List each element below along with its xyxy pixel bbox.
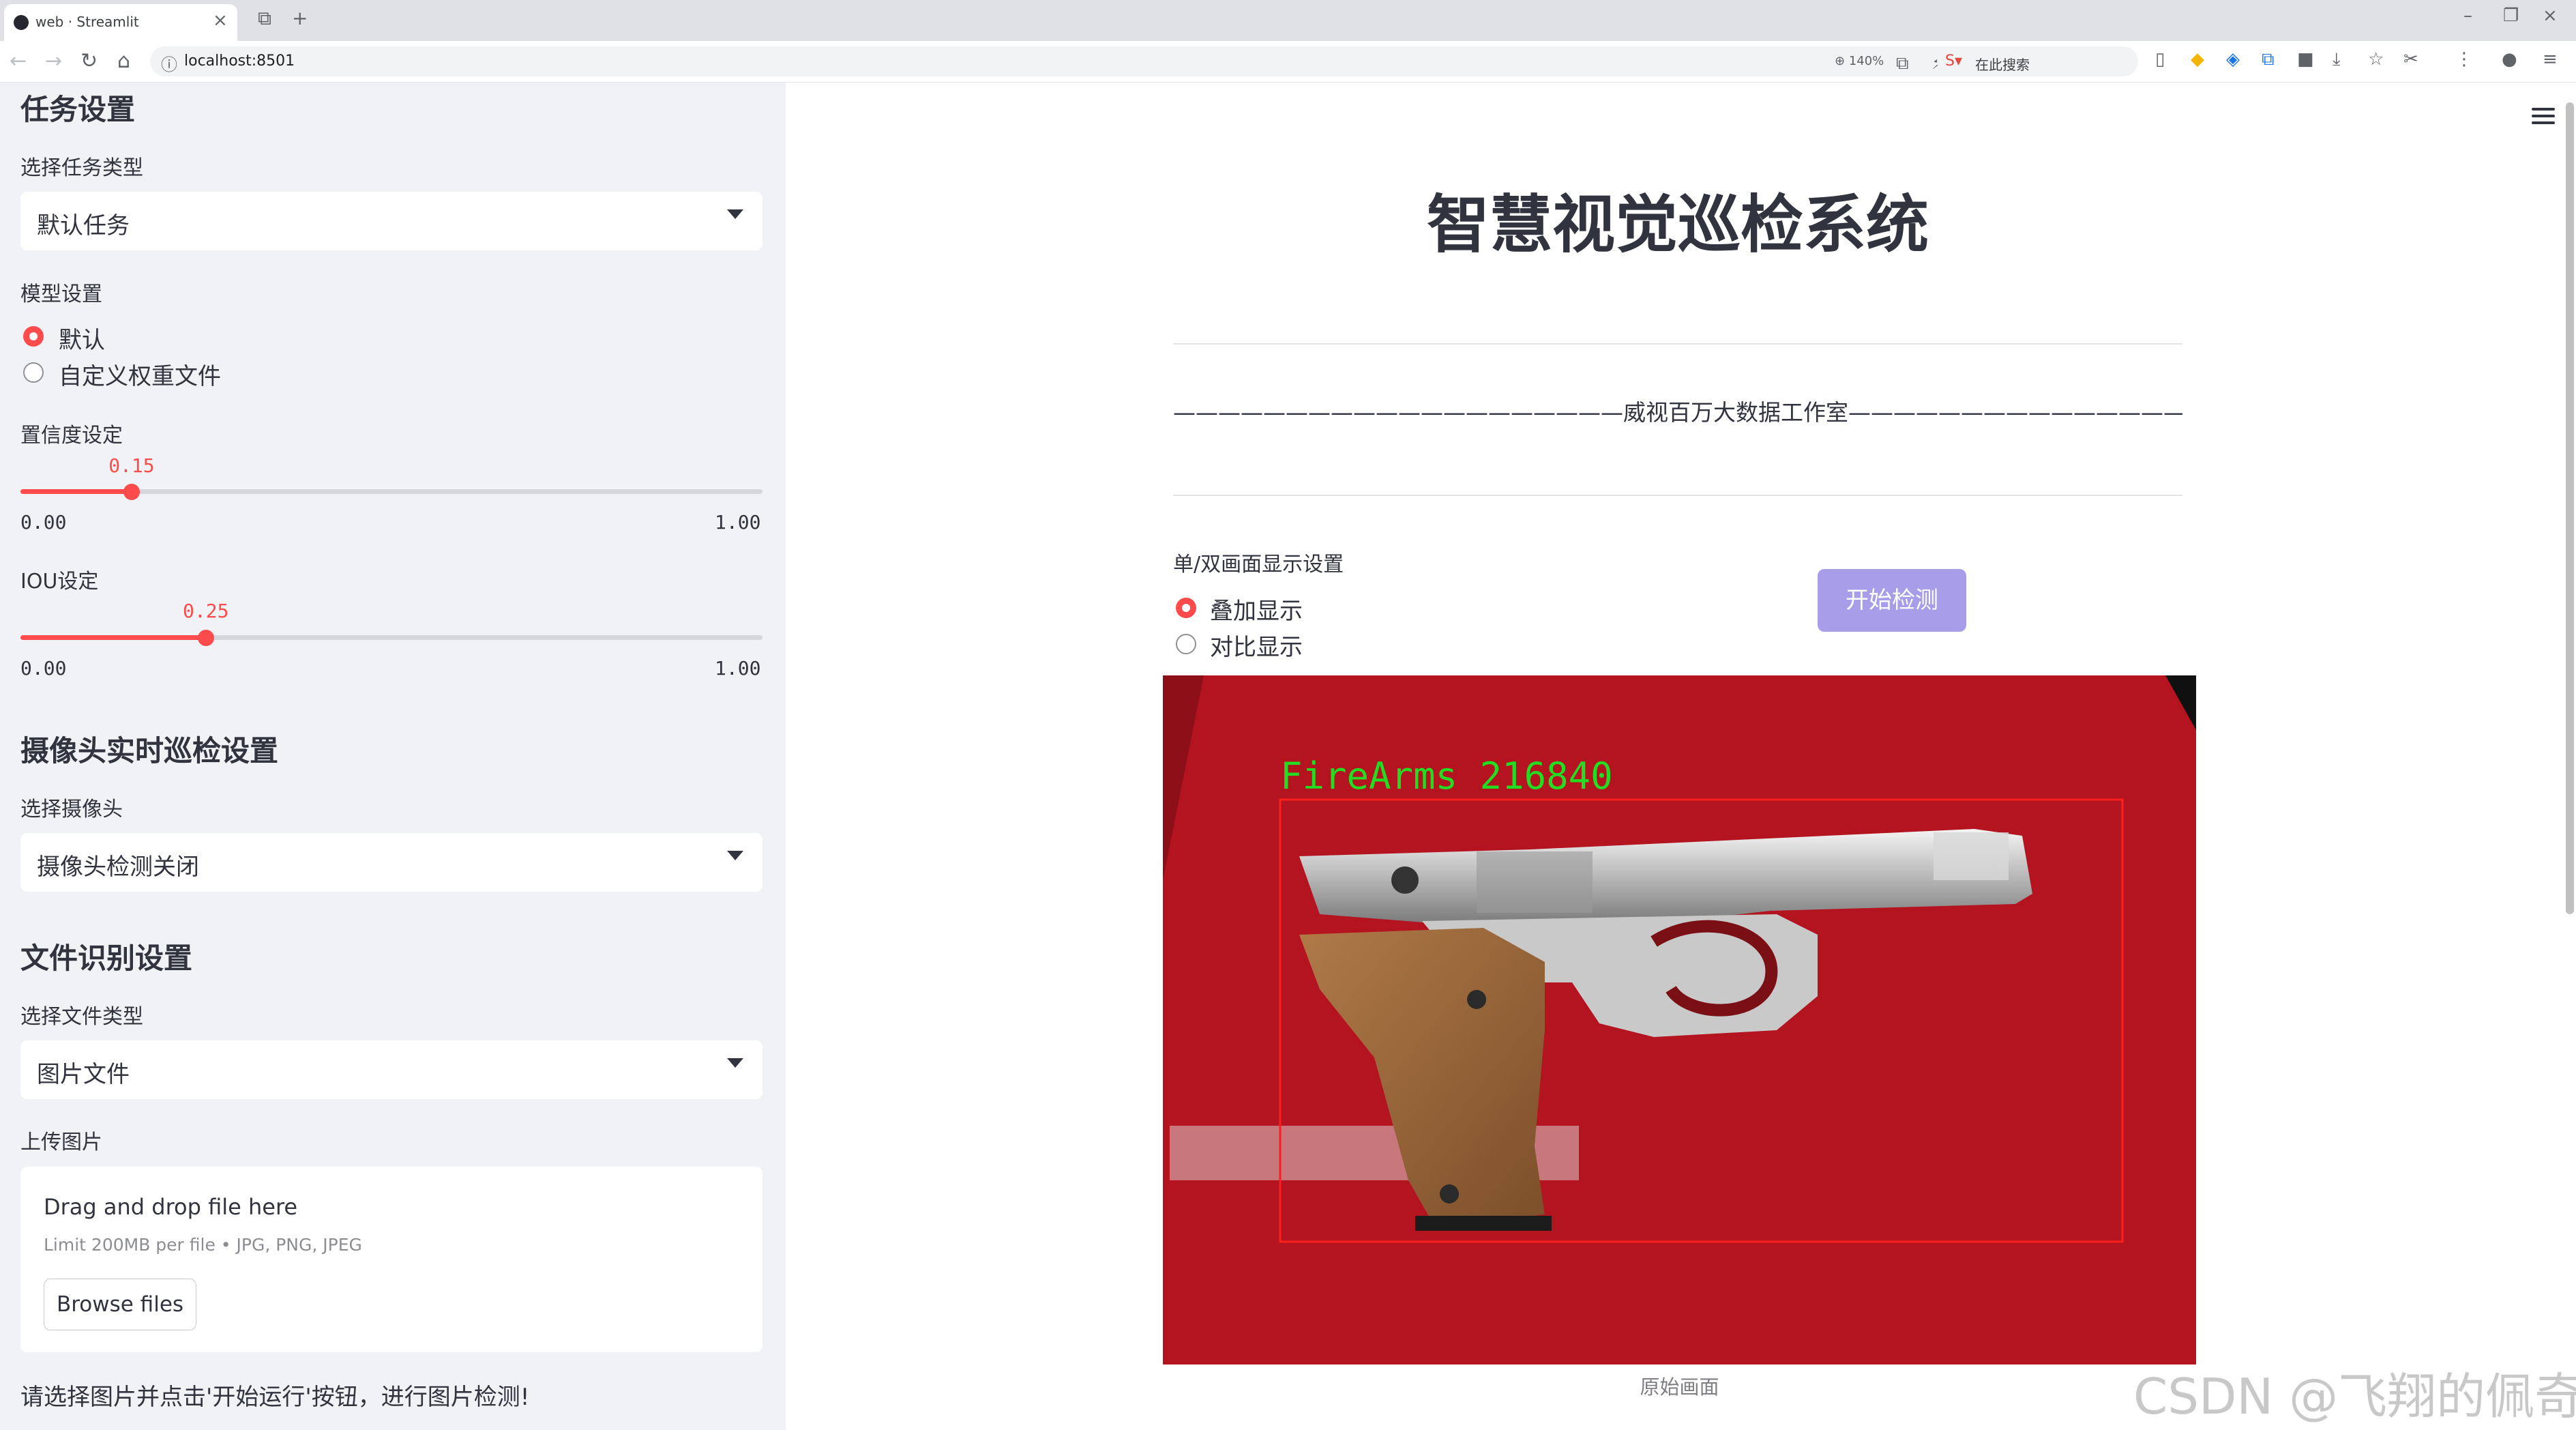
upload-label: 上传图片	[20, 1130, 102, 1154]
iou-slider-fill	[20, 635, 206, 640]
model-option-default[interactable]: 默认	[59, 321, 105, 355]
browser-tab-bar: web · Streamlit × ⧉ + – ❐ ×	[0, 0, 2576, 41]
model-radio-custom[interactable]	[23, 362, 44, 383]
display-option-compare[interactable]: 对比显示	[1210, 628, 1303, 662]
task-settings-heading: 任务设置	[20, 93, 136, 126]
close-window-icon[interactable]: ×	[2543, 5, 2558, 26]
display-radio-overlay[interactable]	[1176, 598, 1196, 618]
hamburger-line	[2532, 121, 2555, 124]
page-title: 智慧视觉巡检系统	[1426, 188, 1929, 261]
zoom-value: 140%	[1848, 54, 1884, 68]
hamburger-line	[2532, 115, 2555, 117]
avatar[interactable]: ●	[2502, 49, 2517, 70]
divider	[1173, 343, 2182, 345]
minimize-icon[interactable]: –	[2463, 5, 2472, 26]
browse-files-label: Browse files	[56, 1292, 184, 1317]
download-icon[interactable]: ⤓	[2333, 49, 2341, 70]
info-text: 请选择图片并点击'开始运行'按钮，进行图片检测!	[20, 1384, 530, 1411]
confidence-value: 0.15	[108, 454, 155, 477]
iou-min: 0.00	[20, 657, 67, 680]
reload-icon[interactable]: ↻	[80, 49, 98, 73]
studio-subtitle: ————————————————————威视百万大数据工作室——————————…	[1173, 399, 2182, 426]
detection-image: FireArms 216840	[1163, 675, 2196, 1365]
camera-select[interactable]: 摄像头检测关闭	[20, 833, 763, 892]
translate-icon[interactable]: ⧉	[1896, 53, 1909, 74]
camera-label: 选择摄像头	[20, 798, 123, 821]
search-input[interactable]: 在此搜索	[1975, 54, 2030, 74]
more-icon[interactable]: ⋮	[2455, 49, 2473, 70]
favorites-icon[interactable]: ☆	[2368, 49, 2384, 70]
confidence-max: 1.00	[715, 511, 761, 534]
translate-ext-icon[interactable]: ⧉	[2262, 49, 2275, 70]
display-mode-label: 单/双画面显示设置	[1173, 553, 1344, 577]
model-settings-label: 模型设置	[20, 282, 102, 306]
watermark: CSDN @飞翔的佩奇	[2133, 1368, 2576, 1425]
iou-slider-thumb[interactable]	[198, 630, 214, 646]
scrollbar-thumb[interactable]	[2566, 102, 2574, 914]
browser-tab[interactable]: web · Streamlit ×	[4, 4, 237, 41]
back-icon[interactable]: ←	[10, 49, 27, 73]
confidence-label: 置信度设定	[20, 424, 123, 448]
menu-icon[interactable]: ≡	[2543, 49, 2558, 70]
file-dropzone[interactable]: Drag and drop file here Limit 200MB per …	[20, 1167, 763, 1352]
file-type-select[interactable]: 图片文件	[20, 1040, 763, 1099]
iou-label: IOU设定	[20, 570, 99, 594]
restore-icon[interactable]: ❐	[2503, 5, 2519, 26]
forward-icon[interactable]: →	[45, 49, 62, 73]
close-tab-icon[interactable]: ×	[213, 10, 228, 31]
camera-settings-heading: 摄像头实时巡检设置	[20, 734, 279, 768]
task-type-value: 默认任务	[37, 212, 130, 239]
tab-title: web · Streamlit	[35, 14, 139, 30]
cut-icon[interactable]: ✂	[2403, 49, 2418, 70]
mobile-icon[interactable]: ▯	[2155, 49, 2165, 70]
site-info-icon[interactable]: ⓘ	[161, 51, 177, 75]
home-icon[interactable]: ⌂	[117, 49, 130, 73]
zoom-level[interactable]: ⊕ 140%	[1835, 54, 1884, 68]
iou-max: 1.00	[715, 657, 761, 680]
file-type-value: 图片文件	[37, 1061, 130, 1088]
model-radio-default[interactable]	[23, 326, 44, 347]
tab-actions-icon[interactable]: ⧉	[258, 7, 271, 30]
extension-icon[interactable]: ◆	[2191, 49, 2204, 70]
browser-nav-bar: ← → ↻ ⌂ ⓘ localhost:8501 ⊕ 140% ⧉ ⚡ ⊡ ➦ …	[0, 41, 2576, 83]
chevron-down-icon	[727, 1058, 743, 1068]
browse-files-button[interactable]: Browse files	[44, 1279, 196, 1330]
file-settings-heading: 文件识别设置	[20, 942, 193, 975]
confidence-slider-fill	[20, 489, 132, 494]
iou-slider[interactable]	[20, 635, 763, 640]
main-menu-button[interactable]	[2532, 108, 2555, 126]
iou-value: 0.25	[183, 600, 229, 622]
detection-image-canvas: FireArms 216840	[1163, 675, 2196, 1365]
chevron-down-icon	[727, 851, 743, 860]
confidence-min: 0.00	[20, 511, 67, 534]
dropzone-title: Drag and drop file here	[44, 1194, 298, 1220]
hamburger-line	[2532, 108, 2555, 111]
sidebar: 任务设置 选择任务类型 默认任务 模型设置 默认 自定义权重文件 置信度设定 0…	[0, 83, 786, 1430]
task-type-select[interactable]: 默认任务	[20, 192, 763, 250]
search-box[interactable]: S▾ 在此搜索	[1937, 46, 2138, 76]
detection-label: FireArms 216840	[1280, 755, 1613, 798]
url-text: localhost:8501	[184, 53, 295, 70]
streamlit-favicon-icon	[14, 15, 29, 30]
display-radio-compare[interactable]	[1176, 634, 1196, 654]
camera-value: 摄像头检测关闭	[37, 853, 199, 881]
chevron-down-icon	[727, 209, 743, 219]
display-option-overlay[interactable]: 叠加显示	[1210, 592, 1303, 626]
model-option-custom[interactable]: 自定义权重文件	[59, 358, 221, 391]
dropzone-limit: Limit 200MB per file • JPG, PNG, JPEG	[44, 1235, 362, 1255]
extension-icon[interactable]: ◈	[2226, 49, 2240, 70]
start-detection-label: 开始检测	[1846, 587, 1938, 614]
start-detection-button[interactable]: 开始检测	[1818, 569, 1966, 632]
image-caption: 原始画面	[1640, 1375, 1719, 1399]
divider	[1173, 495, 2182, 496]
file-type-label: 选择文件类型	[20, 1005, 143, 1029]
address-bar[interactable]: ⓘ localhost:8501 ⊕ 140% ⧉ ⚡ ⊡ ➦ ☆	[150, 46, 2080, 76]
search-engine-icon[interactable]: S▾	[1945, 53, 1962, 70]
task-type-label: 选择任务类型	[20, 156, 143, 180]
new-tab-icon[interactable]: +	[292, 7, 308, 29]
extension-icon[interactable]: ■	[2297, 49, 2314, 70]
confidence-slider-thumb[interactable]	[123, 484, 140, 500]
